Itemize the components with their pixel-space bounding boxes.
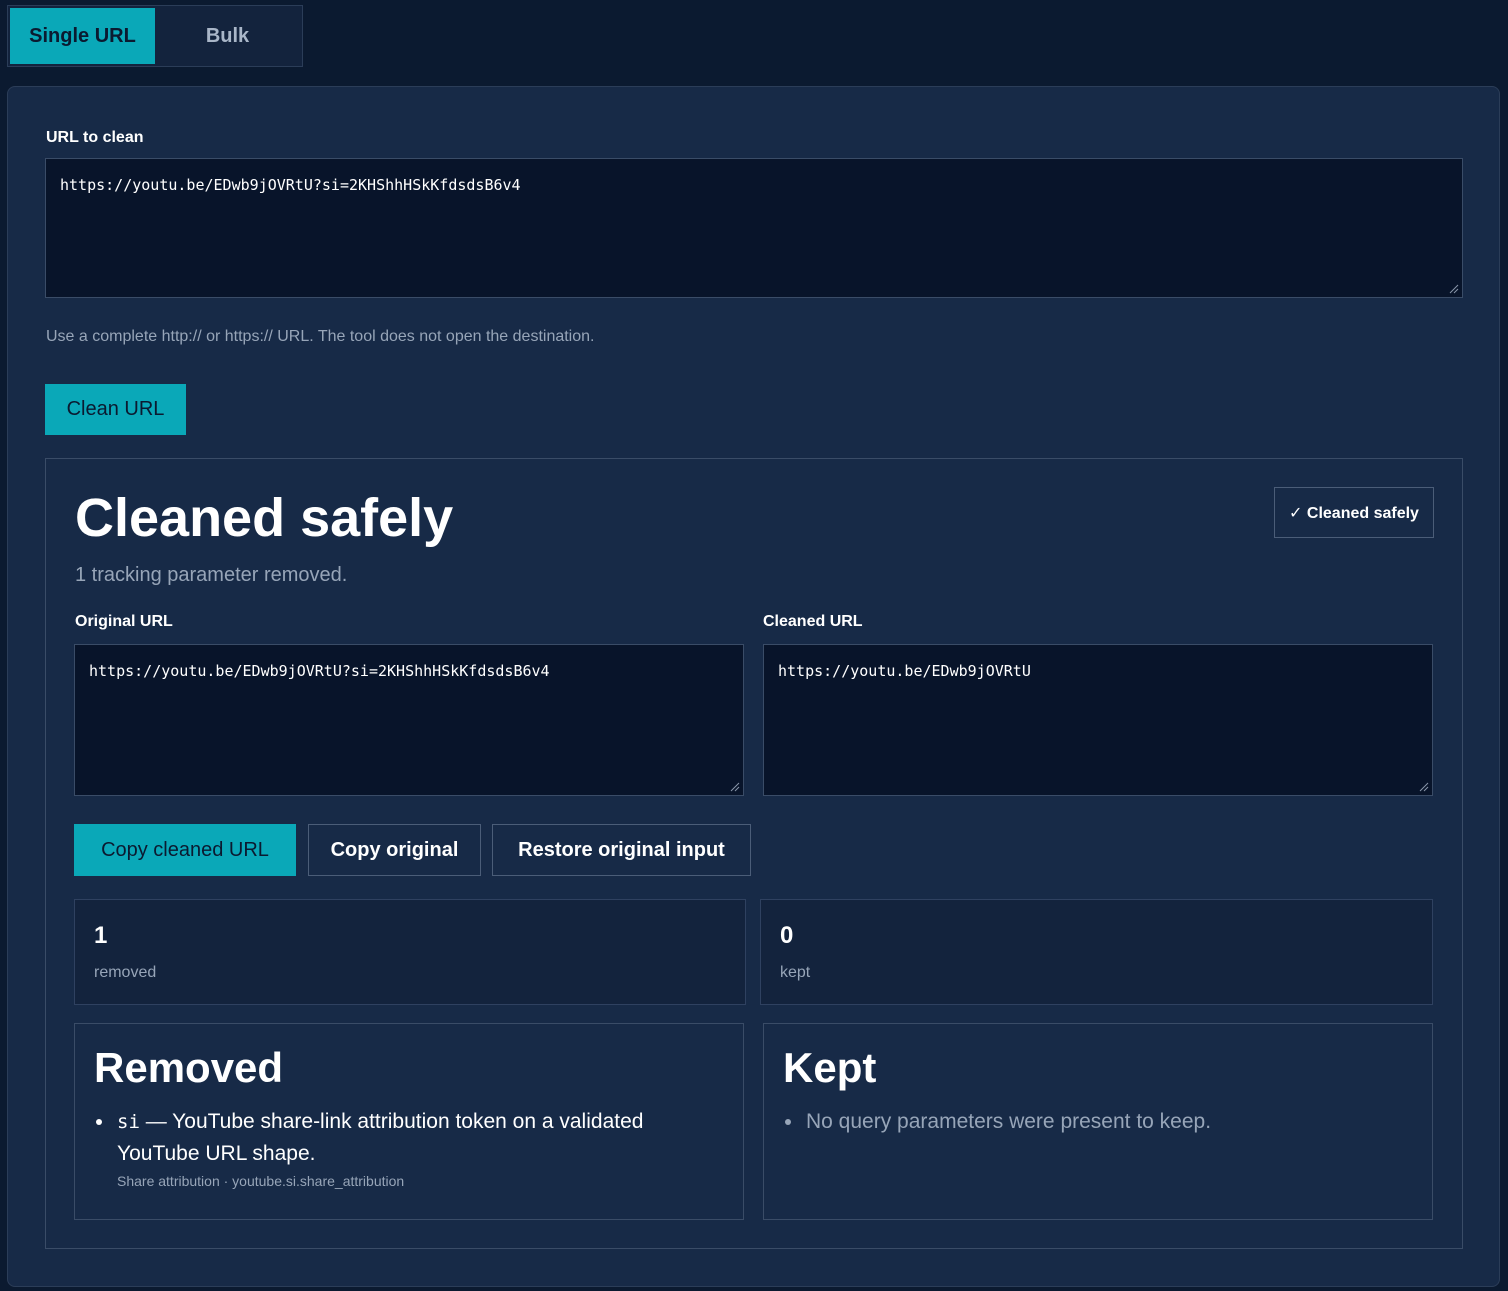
mode-tabs: Single URL Bulk	[7, 5, 303, 67]
removed-stat-label: removed	[94, 964, 157, 981]
cleaner-panel: URL to clean https://youtu.be/EDwb9jOVRt…	[7, 86, 1500, 1287]
result-subtitle: 1 tracking parameter removed.	[75, 564, 348, 586]
original-url-field[interactable]: https://youtu.be/EDwb9jOVRtU?si=2KHShhHS…	[74, 644, 744, 796]
url-input[interactable]: https://youtu.be/EDwb9jOVRtU?si=2KHShhHS…	[45, 158, 1463, 298]
cleaned-url-field[interactable]: https://youtu.be/EDwb9jOVRtU	[763, 644, 1433, 796]
resize-handle-icon[interactable]	[730, 782, 740, 792]
removed-count: 1	[94, 922, 108, 949]
list-item: No query parameters were present to keep…	[783, 1106, 1211, 1137]
param-name: si	[117, 1111, 140, 1133]
list-item: si — YouTube share-link attribution toke…	[94, 1106, 714, 1193]
kept-list: No query parameters were present to keep…	[783, 1106, 1211, 1137]
removed-card: Removed si — YouTube share-link attribut…	[74, 1023, 744, 1220]
removed-card-title: Removed	[94, 1044, 284, 1091]
kept-card: Kept No query parameters were present to…	[763, 1023, 1433, 1220]
removed-stat: 1 removed	[74, 899, 746, 1005]
cleaned-url-label: Cleaned URL	[763, 613, 863, 630]
result-title: Cleaned safely	[75, 488, 454, 548]
kept-count: 0	[780, 922, 794, 949]
status-badge: ✓ Cleaned safely	[1274, 487, 1434, 538]
resize-handle-icon[interactable]	[1449, 284, 1459, 294]
param-meta: Share attribution · youtube.si.share_att…	[117, 1173, 405, 1189]
kept-empty-message: No query parameters were present to keep…	[806, 1110, 1212, 1133]
kept-stat-label: kept	[780, 964, 811, 981]
original-url-label: Original URL	[75, 613, 173, 630]
copy-original-button[interactable]: Copy original	[308, 824, 481, 876]
url-input-label: URL to clean	[46, 129, 144, 146]
url-input-hint: Use a complete http:// or https:// URL. …	[46, 328, 595, 345]
resize-handle-icon[interactable]	[1419, 782, 1429, 792]
kept-stat: 0 kept	[760, 899, 1433, 1005]
clean-url-button[interactable]: Clean URL	[45, 384, 186, 435]
result-box: Cleaned safely 1 tracking parameter remo…	[45, 458, 1463, 1249]
url-input-value: https://youtu.be/EDwb9jOVRtU?si=2KHShhHS…	[60, 176, 521, 194]
kept-card-title: Kept	[783, 1044, 877, 1091]
restore-input-button[interactable]: Restore original input	[492, 824, 751, 876]
cleaned-url-value: https://youtu.be/EDwb9jOVRtU	[778, 662, 1031, 680]
param-description: — YouTube share-link attribution token o…	[117, 1110, 644, 1165]
tab-bulk[interactable]: Bulk	[155, 8, 300, 64]
original-url-value: https://youtu.be/EDwb9jOVRtU?si=2KHShhHS…	[89, 662, 550, 680]
removed-list: si — YouTube share-link attribution toke…	[94, 1106, 714, 1193]
copy-cleaned-button[interactable]: Copy cleaned URL	[74, 824, 296, 876]
tab-single-url[interactable]: Single URL	[10, 8, 155, 64]
